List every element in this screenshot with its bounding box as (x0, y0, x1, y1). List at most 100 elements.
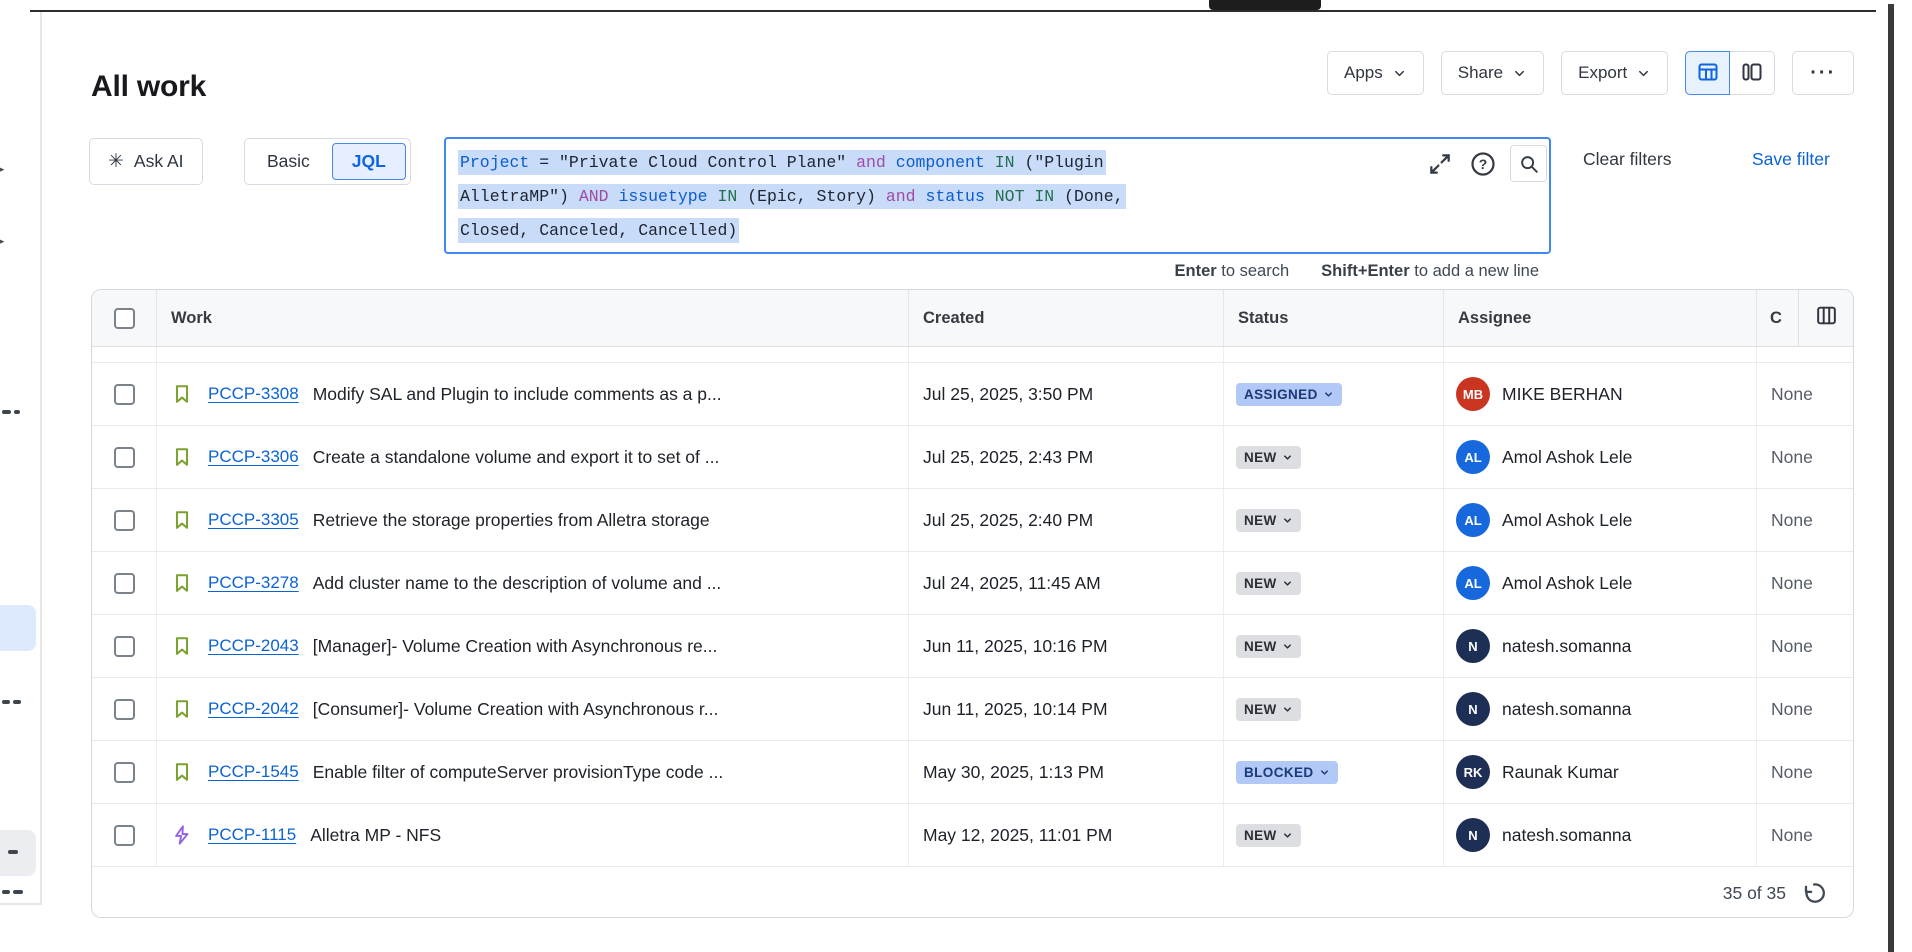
comments-cell: None (1757, 741, 1853, 803)
story-icon (170, 697, 194, 721)
apps-button-label: Apps (1344, 63, 1383, 83)
row-count: 35 of 35 (1723, 883, 1786, 904)
assignee-avatar: MB (1456, 377, 1490, 411)
story-icon (170, 445, 194, 469)
issue-key-link[interactable]: PCCP-3306 (208, 447, 299, 467)
chevron-down-icon (1323, 389, 1334, 400)
page-title: All work (91, 70, 206, 104)
row-checkbox-cell (92, 363, 157, 425)
assignee-avatar: AL (1456, 440, 1490, 474)
sidebar-item-fragment (14, 410, 20, 414)
column-header-created[interactable]: Created (909, 290, 1224, 346)
configure-columns-button[interactable] (1798, 290, 1853, 346)
column-header-comments-truncated[interactable]: C (1757, 290, 1798, 346)
issue-summary[interactable]: Retrieve the storage properties from All… (313, 510, 710, 531)
share-button[interactable]: Share (1441, 51, 1544, 95)
row-checkbox[interactable] (114, 762, 135, 783)
row-checkbox-cell (92, 804, 157, 866)
sidebar-item-selected[interactable] (0, 605, 36, 651)
story-icon (170, 760, 194, 784)
created-cell: Jul 25, 2025, 3:50 PM (909, 363, 1224, 425)
issue-summary[interactable]: [Manager]- Volume Creation with Asynchro… (313, 636, 718, 657)
help-icon[interactable]: ? (1467, 148, 1499, 180)
issue-key-link[interactable]: PCCP-1545 (208, 762, 299, 782)
export-button-label: Export (1578, 63, 1627, 83)
status-badge[interactable]: NEW (1236, 509, 1301, 532)
status-badge[interactable]: NEW (1236, 572, 1301, 595)
status-badge[interactable]: ASSIGNED (1236, 383, 1342, 406)
issue-key-link[interactable]: PCCP-3305 (208, 510, 299, 530)
row-checkbox[interactable] (114, 636, 135, 657)
table-view-button[interactable] (1685, 51, 1730, 95)
ask-ai-button[interactable]: ✳ Ask AI (89, 138, 203, 185)
issue-summary[interactable]: Modify SAL and Plugin to include comment… (313, 384, 722, 405)
row-checkbox[interactable] (114, 510, 135, 531)
basic-mode-button[interactable]: Basic (245, 151, 332, 172)
view-switcher (1685, 51, 1775, 95)
status-badge[interactable]: NEW (1236, 824, 1301, 847)
sidebar-item-fragment (2, 410, 11, 414)
row-checkbox[interactable] (114, 573, 135, 594)
issue-summary[interactable]: Enable filter of computeServer provision… (313, 762, 724, 783)
work-cell: PCCP-3306 Create a standalone volume and … (157, 426, 909, 488)
issue-summary[interactable]: [Consumer]- Volume Creation with Asynchr… (313, 699, 719, 720)
jql-mode-button[interactable]: JQL (332, 143, 406, 180)
comments-cell: None (1757, 804, 1853, 866)
row-checkbox[interactable] (114, 825, 135, 846)
table-view-icon (1696, 60, 1720, 87)
column-header-status[interactable]: Status (1224, 290, 1444, 346)
clear-filters-button[interactable]: Clear filters (1583, 149, 1672, 170)
more-actions-button[interactable]: ··· (1792, 51, 1854, 95)
chevron-down-icon (1282, 515, 1293, 526)
work-item-row: PCCP-3308 Modify SAL and Plugin to includ… (92, 363, 1853, 426)
expand-icon[interactable] (1424, 148, 1456, 180)
status-cell: NEW (1224, 552, 1444, 614)
jql-token-field: component (896, 153, 985, 172)
detail-view-button[interactable] (1730, 51, 1775, 95)
status-badge[interactable]: BLOCKED (1236, 761, 1338, 784)
issue-summary[interactable]: Alletra MP - NFS (310, 825, 441, 846)
row-checkbox[interactable] (114, 384, 135, 405)
partially-scrolled-row (92, 347, 1853, 363)
search-button[interactable] (1510, 145, 1547, 182)
status-badge[interactable]: NEW (1236, 446, 1301, 469)
story-icon (170, 382, 194, 406)
work-cell: PCCP-3278 Add cluster name to the descrip… (157, 552, 909, 614)
status-badge[interactable]: NEW (1236, 698, 1301, 721)
issue-summary[interactable]: Create a standalone volume and export it… (313, 447, 720, 468)
row-checkbox[interactable] (114, 699, 135, 720)
comments-cell: None (1757, 363, 1853, 425)
save-filter-button[interactable]: Save filter (1752, 149, 1830, 170)
created-cell: Jun 11, 2025, 10:14 PM (909, 678, 1224, 740)
issue-key-link[interactable]: PCCP-3308 (208, 384, 299, 404)
column-header-assignee[interactable]: Assignee (1444, 290, 1757, 346)
status-label: NEW (1244, 576, 1277, 591)
jql-token-field: issuetype (618, 187, 707, 206)
issue-key-link[interactable]: PCCP-3278 (208, 573, 299, 593)
status-cell: BLOCKED (1224, 741, 1444, 803)
row-checkbox[interactable] (114, 447, 135, 468)
issue-key-link[interactable]: PCCP-1115 (208, 825, 296, 845)
issue-key-link[interactable]: PCCP-2043 (208, 636, 299, 656)
status-cell: NEW (1224, 678, 1444, 740)
refresh-icon[interactable] (1801, 880, 1827, 906)
export-button[interactable]: Export (1561, 51, 1668, 95)
sidebar-item-hover[interactable] (0, 830, 36, 876)
column-header-work[interactable]: Work (157, 290, 909, 346)
filter-mode-toggle: Basic JQL (244, 138, 411, 185)
assignee-cell: Nnatesh.somanna (1444, 678, 1757, 740)
work-cell: PCCP-3308 Modify SAL and Plugin to includ… (157, 363, 909, 425)
sidebar-chevron-icon: ➤ (0, 232, 5, 252)
select-all-checkbox[interactable] (114, 308, 135, 329)
apps-button[interactable]: Apps (1327, 51, 1424, 95)
status-badge[interactable]: NEW (1236, 635, 1301, 658)
window-top-border (30, 10, 1876, 12)
issue-key-link[interactable]: PCCP-2042 (208, 699, 299, 719)
header-checkbox-cell (92, 290, 157, 346)
jql-input[interactable]: Project = "Private Cloud Control Plane" … (444, 137, 1551, 254)
created-cell: Jul 24, 2025, 11:45 AM (909, 552, 1224, 614)
row-checkbox-cell (92, 426, 157, 488)
assignee-name: natesh.somanna (1502, 699, 1631, 720)
share-button-label: Share (1458, 63, 1503, 83)
issue-summary[interactable]: Add cluster name to the description of v… (313, 573, 722, 594)
